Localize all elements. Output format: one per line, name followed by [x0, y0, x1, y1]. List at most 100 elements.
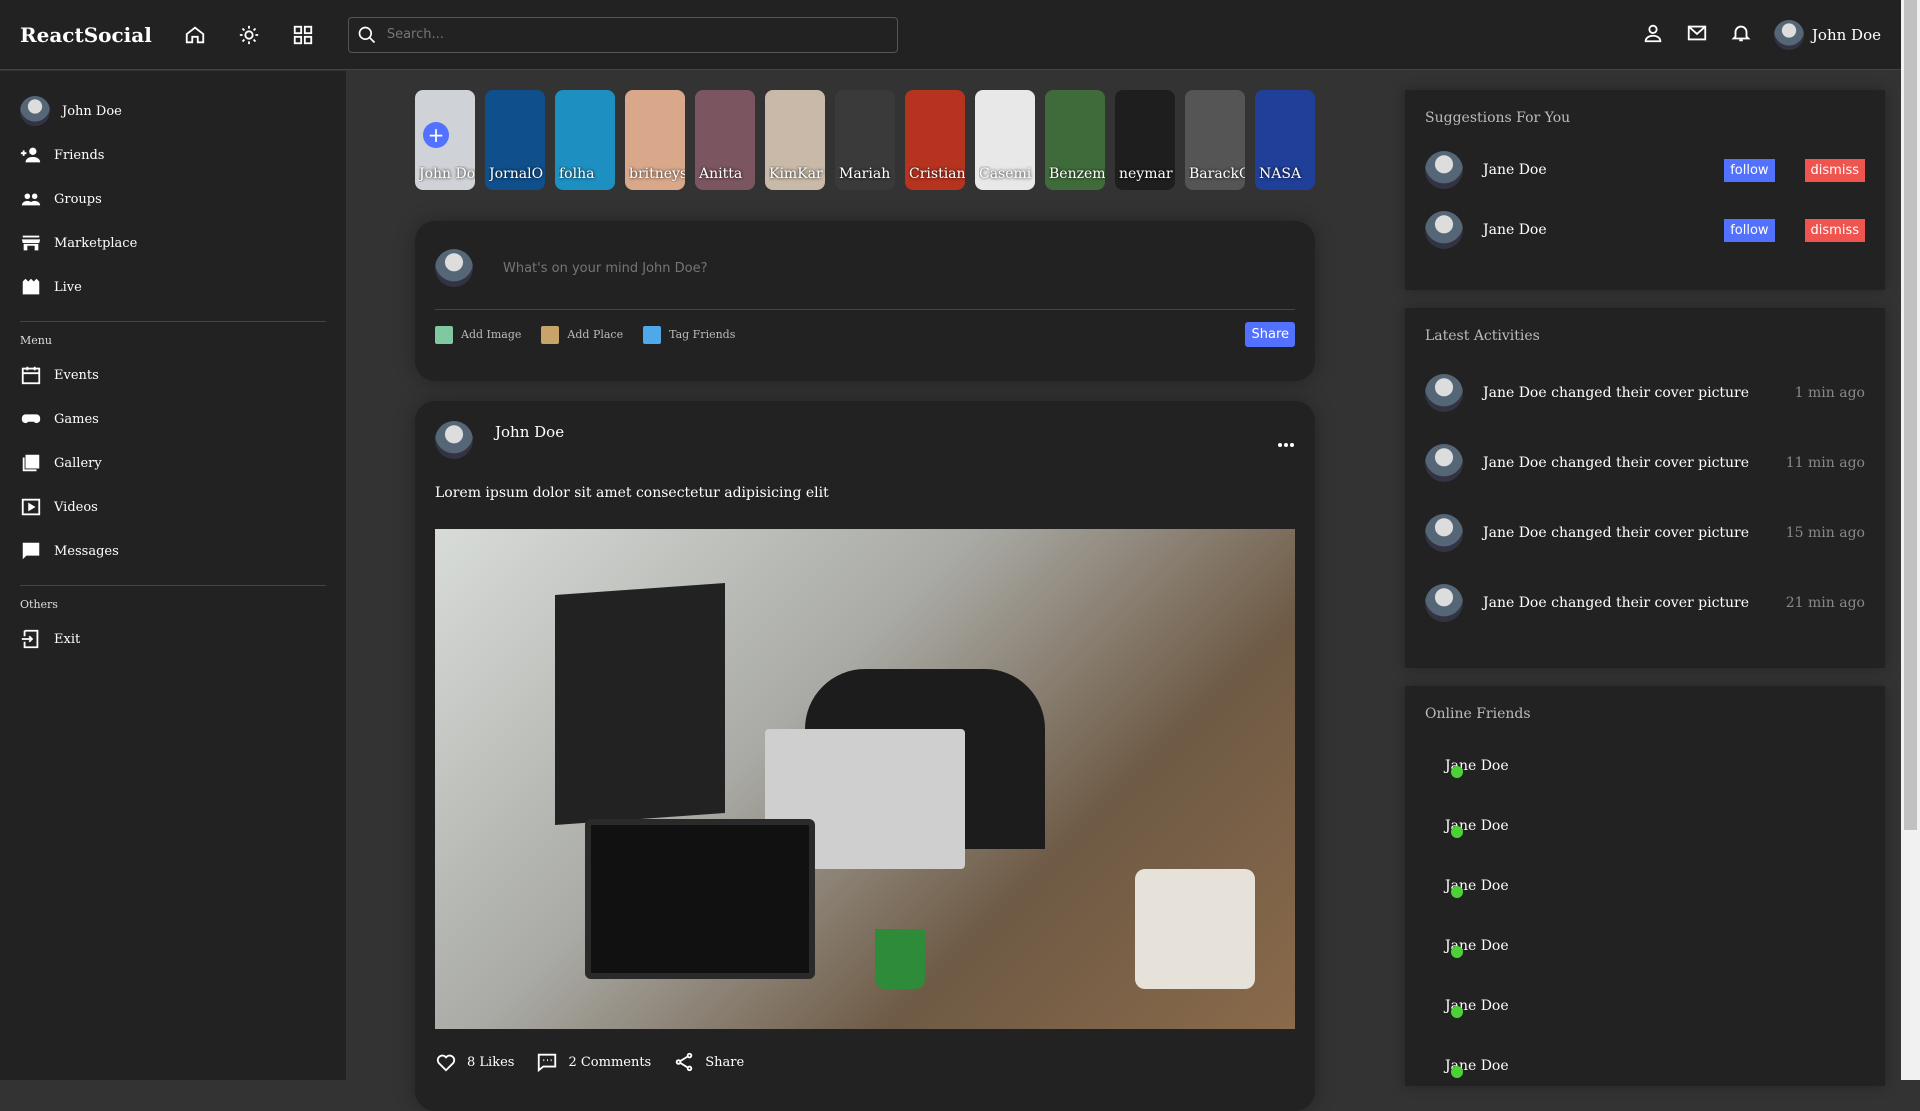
story[interactable]: Mariah	[835, 90, 895, 190]
story[interactable]: folha	[555, 90, 615, 190]
avatar[interactable]	[435, 421, 473, 459]
tag-friends-option[interactable]: Tag Friends	[643, 325, 736, 344]
story[interactable]: neymar	[1115, 90, 1175, 190]
story-name: britneys	[629, 166, 685, 182]
sidebar-item-live[interactable]: Live	[20, 265, 326, 309]
share-button[interactable]: Share	[1245, 322, 1295, 347]
add-friend-icon	[20, 147, 41, 163]
list-item[interactable]: Jane Doe	[1425, 916, 1865, 976]
list-item[interactable]: Jane Doe	[1425, 736, 1865, 796]
page-scrollbar[interactable]	[1901, 0, 1920, 1080]
sidebar-item-friends[interactable]: Friends	[20, 133, 326, 177]
sidebar-item-label: Games	[54, 411, 99, 427]
sidebar-user-name: John Doe	[62, 103, 122, 119]
story[interactable]: Anitta	[695, 90, 755, 190]
sidebar-item-label: Videos	[54, 499, 98, 515]
sidebar-item-gallery[interactable]: Gallery	[20, 441, 326, 485]
sidebar-item-videos[interactable]: Videos	[20, 485, 326, 529]
like-button[interactable]: 8 Likes	[435, 1051, 514, 1073]
story[interactable]: Casemi	[975, 90, 1035, 190]
story[interactable]: britneys	[625, 90, 685, 190]
add-place-option[interactable]: Add Place	[541, 325, 623, 344]
activity-text: Jane Doe changed their cover picture	[1483, 385, 1750, 401]
home-icon[interactable]	[182, 22, 208, 48]
theme-toggle-sun-icon[interactable]	[236, 22, 262, 48]
sidebar-item-marketplace[interactable]: Marketplace	[20, 221, 326, 265]
sidebar-item-label: Friends	[54, 147, 105, 163]
avatar[interactable]	[1425, 444, 1463, 482]
latest-activities-card: Latest Activities Jane Doe changed their…	[1405, 308, 1885, 668]
online-status-dot	[1451, 826, 1463, 838]
grid-apps-icon[interactable]	[290, 22, 316, 48]
list-item: Jane Doe follow dismiss	[1425, 140, 1865, 200]
tag-friend-icon	[643, 325, 662, 344]
online-status-dot	[1451, 1066, 1463, 1078]
activities-title: Latest Activities	[1425, 328, 1540, 344]
add-image-option[interactable]: Add Image	[435, 325, 522, 344]
online-status-dot	[1451, 946, 1463, 958]
header-user-name: John Doe	[1811, 25, 1881, 44]
list-item: Jane Doe changed their cover picture 1 m…	[1425, 358, 1865, 428]
sidebar-item-exit[interactable]: Exit	[20, 617, 326, 661]
avatar	[20, 96, 50, 126]
activity-text: Jane Doe changed their cover picture	[1483, 455, 1750, 471]
app-logo[interactable]: ReactSocial	[20, 23, 152, 47]
comments-button[interactable]: 2 Comments	[536, 1051, 651, 1073]
scrollbar-thumb[interactable]	[1904, 0, 1917, 830]
sidebar-item-groups[interactable]: Groups	[20, 177, 326, 221]
search-icon	[358, 26, 375, 43]
list-item: Jane Doe changed their cover picture 15 …	[1425, 498, 1865, 568]
share-post-button[interactable]: Share	[673, 1051, 744, 1073]
option-label: Add Image	[461, 328, 522, 341]
option-label: Tag Friends	[669, 328, 736, 341]
avatar[interactable]	[1425, 514, 1463, 552]
follow-button[interactable]: follow	[1724, 218, 1775, 242]
story-name: folha	[559, 166, 595, 182]
post-input[interactable]	[503, 260, 1203, 276]
user-name[interactable]: Jane Doe	[1483, 162, 1547, 178]
header-user-menu[interactable]: John Doe	[1773, 19, 1881, 50]
avatar[interactable]	[1425, 151, 1463, 189]
story[interactable]: Benzem	[1045, 90, 1105, 190]
add-story-plus-icon[interactable]: +	[423, 122, 449, 148]
story[interactable]: BarackO	[1185, 90, 1245, 190]
more-options-icon[interactable]	[1277, 433, 1295, 452]
post-author-name[interactable]: John Doe	[495, 423, 564, 441]
sidebar-item-label: Live	[54, 279, 82, 295]
suggestions-card: Suggestions For You Jane Doe follow dism…	[1405, 90, 1885, 290]
sidebar-profile[interactable]: John Doe	[20, 89, 326, 133]
story-name: KimKar	[769, 166, 823, 182]
divider	[20, 321, 326, 322]
sidebar-item-messages[interactable]: Messages	[20, 529, 326, 573]
story[interactable]: NASA	[1255, 90, 1315, 190]
likes-count: 8 Likes	[467, 1054, 515, 1070]
dismiss-button[interactable]: dismiss	[1804, 158, 1865, 182]
list-item[interactable]: Jane Doe	[1425, 796, 1865, 856]
list-item[interactable]: Jane Doe	[1425, 1036, 1865, 1096]
mail-icon[interactable]	[1686, 22, 1708, 48]
post-image[interactable]	[435, 529, 1295, 1029]
list-item: Jane Doe follow dismiss	[1425, 200, 1865, 260]
story[interactable]: KimKar	[765, 90, 825, 190]
avatar[interactable]	[1425, 374, 1463, 412]
story[interactable]: Cristian	[905, 90, 965, 190]
list-item[interactable]: Jane Doe	[1425, 856, 1865, 916]
divider	[20, 585, 326, 586]
sidebar-item-games[interactable]: Games	[20, 397, 326, 441]
dismiss-button[interactable]: dismiss	[1804, 218, 1865, 242]
sidebar-item-label: Marketplace	[54, 235, 138, 251]
sidebar-item-events[interactable]: Events	[20, 353, 326, 397]
activity-text: Jane Doe changed their cover picture	[1483, 525, 1750, 541]
person-icon[interactable]	[1642, 22, 1664, 48]
story-name: JornalO	[489, 166, 544, 182]
follow-button[interactable]: follow	[1724, 158, 1775, 182]
list-item[interactable]: Jane Doe	[1425, 976, 1865, 1036]
search-input[interactable]	[386, 27, 867, 42]
notifications-bell-icon[interactable]	[1730, 22, 1752, 48]
avatar[interactable]	[1425, 211, 1463, 249]
search-bar[interactable]	[347, 16, 898, 53]
story[interactable]: + John Doe	[415, 90, 475, 190]
story[interactable]: JornalO	[485, 90, 545, 190]
avatar[interactable]	[1425, 584, 1463, 622]
user-name[interactable]: Jane Doe	[1483, 222, 1547, 238]
